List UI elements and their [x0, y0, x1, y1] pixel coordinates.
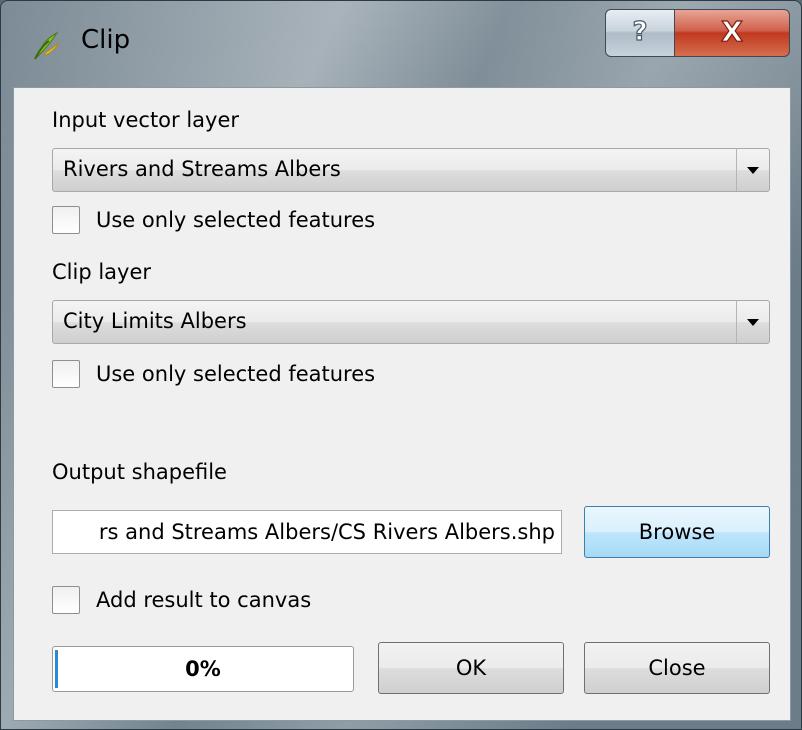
clip-dialog-window: Clip ? X Input vector layer Rivers and S… [0, 0, 802, 730]
progress-bar: 0% [52, 646, 354, 692]
output-shapefile-value: rs and Streams Albers/CS Rivers Albers.s… [98, 520, 555, 544]
output-shapefile-input[interactable]: rs and Streams Albers/CS Rivers Albers.s… [52, 510, 562, 554]
input-layer-combobox[interactable]: Rivers and Streams Albers [52, 148, 770, 192]
browse-button[interactable]: Browse [584, 506, 770, 558]
add-to-canvas-label[interactable]: Add result to canvas [96, 588, 311, 612]
close-window-button[interactable]: X [674, 9, 790, 57]
dialog-content: Input vector layer Rivers and Streams Al… [13, 87, 791, 721]
help-button[interactable]: ? [605, 9, 675, 57]
input-layer-value: Rivers and Streams Albers [63, 157, 341, 181]
output-shapefile-label: Output shapefile [52, 460, 227, 484]
clip-selected-only-label[interactable]: Use only selected features [96, 362, 375, 386]
qgis-icon [31, 29, 63, 61]
title-bar[interactable]: Clip ? X [1, 1, 801, 87]
clip-layer-combobox[interactable]: City Limits Albers [52, 300, 770, 344]
input-layer-label: Input vector layer [52, 108, 240, 132]
dropdown-arrow-icon[interactable] [736, 301, 769, 343]
dropdown-arrow-icon[interactable] [736, 149, 769, 191]
close-icon: X [715, 14, 749, 52]
clip-layer-value: City Limits Albers [63, 309, 247, 333]
help-icon: ? [625, 14, 655, 52]
progress-text: 0% [185, 657, 221, 681]
close-glyph: X [721, 15, 743, 48]
ok-button[interactable]: OK [378, 642, 564, 694]
add-to-canvas-checkbox[interactable] [52, 586, 80, 614]
input-selected-only-label[interactable]: Use only selected features [96, 208, 375, 232]
close-button[interactable]: Close [584, 642, 770, 694]
window-title: Clip [81, 25, 131, 55]
clip-layer-label: Clip layer [52, 260, 152, 284]
clip-selected-only-checkbox[interactable] [52, 360, 80, 388]
help-glyph: ? [632, 17, 647, 47]
input-selected-only-checkbox[interactable] [52, 206, 80, 234]
